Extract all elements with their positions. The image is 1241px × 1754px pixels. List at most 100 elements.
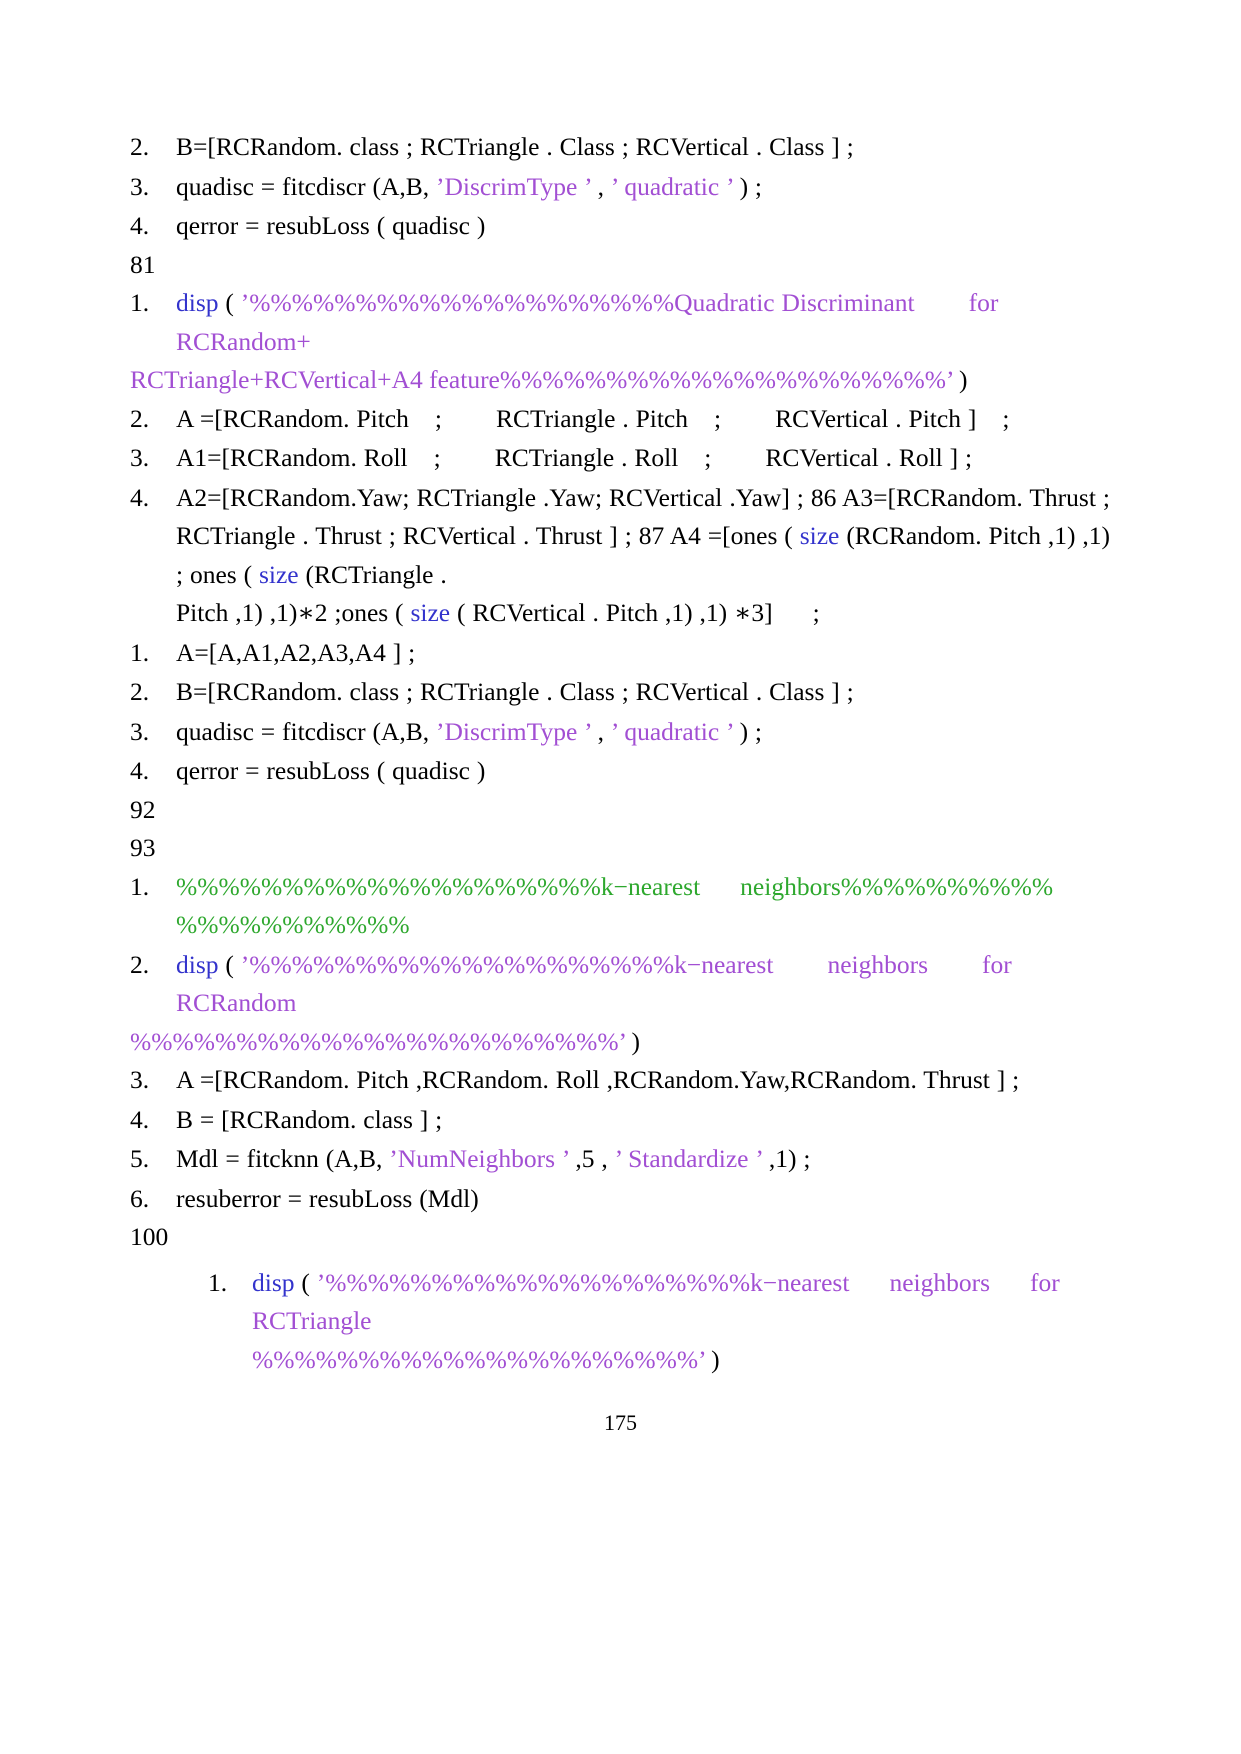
code-text: B=[RCRandom. class ; RCTriangle . Class … xyxy=(176,132,854,161)
code-text: A =[RCRandom. Pitch ,RCRandom. Roll ,RCR… xyxy=(176,1065,1020,1094)
code-line: 3. quadisc = fitcdiscr (A,B, ’DiscrimTyp… xyxy=(130,168,1110,207)
code-line: 4. qerror = resubLoss ( quadisc ) xyxy=(130,207,1110,246)
string-literal-word: neighbors xyxy=(889,1267,991,1297)
close-paren: ) xyxy=(631,1026,641,1056)
code-fragment: RCVertical . Roll ] ; xyxy=(765,443,973,472)
comment-text: neighbors%%%%%%%%%% xyxy=(740,871,1054,901)
code-fragment: , xyxy=(597,171,604,201)
code-line: 2. B=[RCRandom. class ; RCTriangle . Cla… xyxy=(130,128,1110,167)
string-overflow-line: %%%%%%%%%%%%%%%%%%%%%%%’ ) xyxy=(130,1023,1110,1062)
string-literal: ’ quadratic ’ xyxy=(610,716,733,746)
code-line: 6. resuberror = resubLoss (Mdl) xyxy=(130,1180,1110,1219)
list-number: 4. xyxy=(130,211,150,240)
code-text: disp ( ’%%%%%%%%%%%%%%%%%%%%k−nearest nei… xyxy=(176,946,1110,1023)
code-sep: ; xyxy=(812,598,820,627)
code-text: disp ( ’%%%%%%%%%%%%%%%%%%%%Quadratic Di… xyxy=(176,284,1110,361)
code-fragment: ) ; xyxy=(739,171,763,201)
string-literal: ’%%%%%%%%%%%%%%%%%%%%Quadratic Discrimin… xyxy=(240,288,915,317)
list-number: 4. xyxy=(130,756,150,785)
code-fragment: A1=[RCRandom. Roll xyxy=(176,443,408,472)
page-number: 175 xyxy=(604,1410,637,1435)
string-literal-word: for xyxy=(1030,1267,1060,1297)
list-number: 2. xyxy=(130,949,150,979)
code-line: 3. A1=[RCRandom. Roll; RCTriangle . Roll;… xyxy=(130,439,1110,478)
string-literal: ’DiscrimType ’ xyxy=(436,716,591,746)
code-line: 2. B=[RCRandom. class ; RCTriangle . Cla… xyxy=(130,673,1110,712)
list-number: 1. xyxy=(208,1267,228,1297)
code-fragment: RCTriangle . Roll xyxy=(494,443,679,472)
code-sep: ; xyxy=(1002,403,1010,433)
function-keyword: size xyxy=(410,598,451,627)
source-line-number: 93 xyxy=(130,833,156,862)
code-sep: ; xyxy=(434,403,442,433)
list-number: 1. xyxy=(130,288,150,317)
code-text: A1=[RCRandom. Roll; RCTriangle . Roll; RCV… xyxy=(176,439,1110,478)
string-literal-tail: %%%%%%%%%%%%%%%%%%%%%’ xyxy=(252,1344,706,1374)
function-keyword: size xyxy=(799,521,840,550)
comment-text-continued: %%%%%%%%%%% xyxy=(176,910,410,939)
code-line: 4. qerror = resubLoss ( quadisc ) xyxy=(130,752,1110,791)
code-text: qerror = resubLoss ( quadisc ) xyxy=(176,211,486,240)
code-line: 3. quadisc = fitcdiscr (A,B, ’DiscrimTyp… xyxy=(130,713,1110,752)
code-fragment: ( RCVertical . Pitch ,1) ,1) ∗3] xyxy=(456,598,773,627)
string-literal-continued: RCRandom+ xyxy=(176,326,311,356)
function-keyword: disp xyxy=(252,1267,295,1297)
code-fragment: ( xyxy=(301,1267,310,1297)
code-fragment: A =[RCRandom. Pitch xyxy=(176,403,409,433)
code-text: quadisc = fitcdiscr (A,B, ’DiscrimType ’… xyxy=(176,168,1110,207)
code-line: 4. A2=[RCRandom.Yaw; RCTriangle .Yaw; RC… xyxy=(130,479,1110,633)
string-literal-tail: RCTriangle+RCVertical+A4 feature%%%%%%%%… xyxy=(130,365,953,394)
page-content: 2. B=[RCRandom. class ; RCTriangle . Cla… xyxy=(130,128,1110,1379)
code-text: A =[RCRandom. Pitch; RCTriangle . Pitch; R… xyxy=(176,400,1110,439)
code-fragment: Mdl = fitcknn (A,B, xyxy=(176,1144,383,1173)
function-keyword: size xyxy=(258,559,299,589)
string-overflow-line-nested: %%%%%%%%%%%%%%%%%%%%%’ ) xyxy=(130,1341,1110,1380)
string-literal-word: for xyxy=(982,949,1012,979)
string-literal: ’ quadratic ’ xyxy=(610,171,733,201)
string-literal: ’NumNeighbors ’ xyxy=(389,1144,569,1173)
document-page: 2. B=[RCRandom. class ; RCTriangle . Cla… xyxy=(0,0,1241,1754)
string-literal-continued: RCRandom xyxy=(176,988,297,1017)
string-overflow-line: RCTriangle+RCVertical+A4 feature%%%%%%%%… xyxy=(130,361,1110,400)
string-literal-word: neighbors xyxy=(827,949,929,979)
code-line: 1. disp ( ’%%%%%%%%%%%%%%%%%%%%Quadratic… xyxy=(130,284,1110,361)
list-number: 3. xyxy=(130,171,150,201)
comment-line: 1. %%%%%%%%%%%%%%%%%%%%k−nearest neighbor… xyxy=(130,868,1110,945)
code-text: A=[A,A1,A2,A3,A4 ] ; xyxy=(176,637,416,667)
code-fragment: ,1) ; xyxy=(768,1144,811,1173)
code-line: 2. disp ( ’%%%%%%%%%%%%%%%%%%%%k−nearest… xyxy=(130,946,1110,1023)
list-number: 2. xyxy=(130,132,150,161)
list-number: 4. xyxy=(130,1104,150,1134)
string-literal-continued: RCTriangle xyxy=(252,1306,372,1335)
code-text: B = [RCRandom. class ] ; xyxy=(176,1104,443,1134)
code-fragment: Pitch ,1) ,1)∗2 ;ones ( xyxy=(176,598,404,627)
code-fragment: quadisc = fitcdiscr (A,B, xyxy=(176,171,430,201)
comment-text: %%%%%%%%%%%%%%%%%%%%k−nearest xyxy=(176,871,701,901)
code-line: 1. A=[A,A1,A2,A3,A4 ] ; xyxy=(130,634,1110,673)
function-keyword: disp xyxy=(176,949,219,979)
code-line: 5. Mdl = fitcknn (A,B, ’NumNeighbors ’ ,… xyxy=(130,1140,1110,1179)
code-fragment: ( xyxy=(225,949,234,979)
code-text: Mdl = fitcknn (A,B, ’NumNeighbors ’ ,5 ,… xyxy=(176,1140,1110,1179)
code-fragment: RCVertical . Pitch ] xyxy=(775,403,977,433)
code-text: resuberror = resubLoss (Mdl) xyxy=(176,1183,479,1213)
code-fragment: quadisc = fitcdiscr (A,B, xyxy=(176,716,430,746)
code-text: quadisc = fitcdiscr (A,B, ’DiscrimType ’… xyxy=(176,713,1110,752)
string-literal-word: for xyxy=(968,288,999,317)
string-literal: ’%%%%%%%%%%%%%%%%%%%%k−nearest xyxy=(240,949,774,979)
code-fragment: ,5 , xyxy=(575,1144,608,1173)
code-fragment: , xyxy=(597,716,604,746)
code-text: disp ( ’%%%%%%%%%%%%%%%%%%%%k−nearest nei… xyxy=(252,1264,1110,1341)
code-sep: ; xyxy=(714,403,722,433)
list-number: 4. xyxy=(130,482,150,512)
code-text: %%%%%%%%%%%%%%%%%%%%k−nearest neighbors%%… xyxy=(176,868,1110,945)
list-number: 3. xyxy=(130,1065,150,1094)
code-line: 2. A =[RCRandom. Pitch; RCTriangle . Pitc… xyxy=(130,400,1110,439)
list-number: 1. xyxy=(130,637,150,667)
list-number: 3. xyxy=(130,443,150,472)
string-literal: ’DiscrimType ’ xyxy=(436,171,591,201)
close-paren: ) xyxy=(711,1344,720,1374)
string-literal: ’%%%%%%%%%%%%%%%%%%%%k−nearest xyxy=(316,1267,850,1297)
list-number: 2. xyxy=(130,677,150,706)
code-fragment: ( xyxy=(225,288,234,317)
